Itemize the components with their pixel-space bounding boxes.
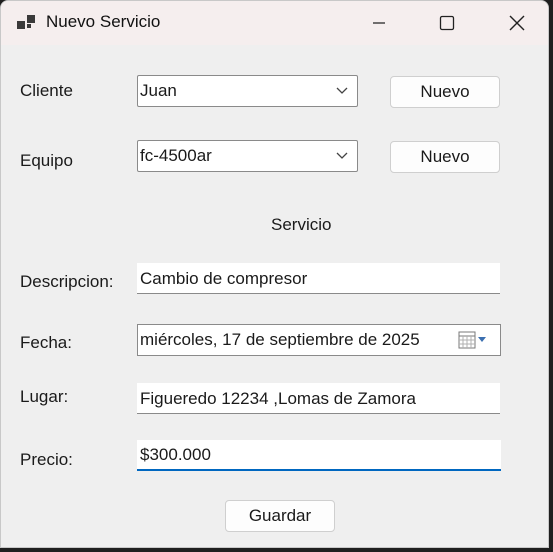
- descripcion-label: Descripcion:: [20, 272, 114, 291]
- minimize-button[interactable]: [344, 1, 414, 45]
- chevron-down-icon: [336, 152, 348, 159]
- cliente-label: Cliente: [20, 81, 73, 100]
- precio-value: $300.000: [140, 445, 211, 464]
- window-title: Nuevo Servicio: [46, 12, 161, 31]
- calendar-dropdown-icon[interactable]: [458, 331, 488, 354]
- descripcion-value: Cambio de compresor: [140, 269, 308, 288]
- maximize-button[interactable]: [412, 1, 482, 45]
- cliente-value: Juan: [140, 81, 177, 100]
- servicio-heading: Servicio: [271, 215, 332, 234]
- guardar-button[interactable]: Guardar: [225, 500, 335, 532]
- maximize-icon: [439, 15, 455, 31]
- nuevo-servicio-window: Nuevo Servicio Cliente Juan Nuevo Equipo: [0, 0, 549, 548]
- lugar-input[interactable]: Figueredo 12234 ,Lomas de Zamora: [137, 383, 500, 414]
- equipo-value: fc-4500ar: [140, 146, 212, 165]
- chevron-down-icon: [336, 87, 348, 94]
- fecha-date-picker[interactable]: miércoles, 17 de septiembre de 2025: [137, 324, 501, 356]
- lugar-label: Lugar:: [20, 387, 69, 406]
- minimize-icon: [373, 22, 385, 24]
- fecha-label: Fecha:: [20, 333, 72, 352]
- app-icon: [17, 13, 37, 33]
- equipo-label: Equipo: [20, 151, 73, 170]
- title-bar[interactable]: Nuevo Servicio: [1, 1, 548, 45]
- fecha-value: miércoles, 17 de septiembre de 2025: [140, 330, 420, 349]
- close-icon: [509, 15, 525, 31]
- nuevo-cliente-button[interactable]: Nuevo: [390, 76, 500, 108]
- descripcion-input[interactable]: Cambio de compresor: [137, 263, 500, 294]
- precio-input[interactable]: $300.000: [137, 440, 501, 471]
- lugar-value: Figueredo 12234 ,Lomas de Zamora: [140, 389, 416, 408]
- close-button[interactable]: [482, 1, 548, 45]
- nuevo-equipo-button[interactable]: Nuevo: [390, 141, 500, 173]
- cliente-combo[interactable]: Juan: [137, 75, 358, 107]
- equipo-combo[interactable]: fc-4500ar: [137, 140, 358, 172]
- precio-label: Precio:: [20, 450, 73, 469]
